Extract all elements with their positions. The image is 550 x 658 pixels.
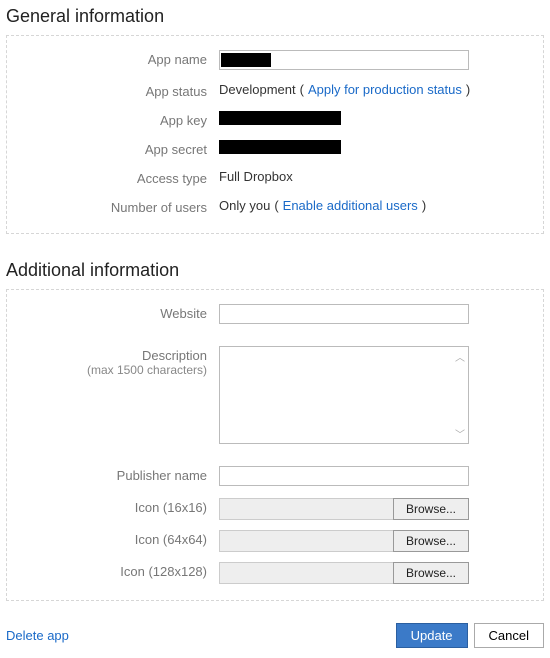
sublabel-description: (max 1500 characters) bbox=[7, 363, 207, 377]
icon128-path bbox=[219, 562, 393, 584]
label-access-type: Access type bbox=[7, 169, 219, 186]
row-description: Description (max 1500 characters) ︿ ﹀ bbox=[7, 346, 527, 444]
icon64-browse-button[interactable]: Browse... bbox=[393, 530, 469, 552]
label-icon128: Icon (128x128) bbox=[7, 562, 219, 579]
description-textarea[interactable] bbox=[219, 346, 469, 444]
additional-section: Website Description (max 1500 characters… bbox=[6, 289, 544, 601]
redacted-app-name bbox=[221, 53, 271, 67]
icon64-path bbox=[219, 530, 393, 552]
update-button[interactable]: Update bbox=[396, 623, 468, 648]
row-publisher: Publisher name bbox=[7, 466, 527, 486]
row-icon64: Icon (64x64) Browse... bbox=[7, 530, 527, 552]
additional-title: Additional information bbox=[6, 260, 544, 281]
label-app-status: App status bbox=[7, 82, 219, 99]
row-app-secret: App secret bbox=[7, 140, 527, 157]
label-app-secret: App secret bbox=[7, 140, 219, 157]
publisher-input[interactable] bbox=[219, 466, 469, 486]
website-input[interactable] bbox=[219, 304, 469, 324]
label-users: Number of users bbox=[7, 198, 219, 215]
label-description: Description bbox=[142, 348, 207, 363]
paren-close-status: ) bbox=[466, 82, 470, 97]
row-icon128: Icon (128x128) Browse... bbox=[7, 562, 527, 584]
label-publisher: Publisher name bbox=[7, 466, 219, 483]
icon16-browse-button[interactable]: Browse... bbox=[393, 498, 469, 520]
users-value: Only you bbox=[219, 198, 270, 213]
label-app-name: App name bbox=[7, 50, 219, 67]
redacted-app-key bbox=[219, 111, 341, 125]
footer: Delete app Update Cancel bbox=[6, 623, 544, 648]
apply-production-link[interactable]: Apply for production status bbox=[308, 82, 462, 97]
paren-open-status: ( bbox=[300, 82, 304, 97]
row-website: Website bbox=[7, 304, 527, 324]
paren-close-users: ) bbox=[422, 198, 426, 213]
row-users: Number of users Only you ( Enable additio… bbox=[7, 198, 527, 215]
icon16-path bbox=[219, 498, 393, 520]
row-app-key: App key bbox=[7, 111, 527, 128]
row-access-type: Access type Full Dropbox bbox=[7, 169, 527, 186]
icon128-browse-button[interactable]: Browse... bbox=[393, 562, 469, 584]
general-title: General information bbox=[6, 6, 544, 27]
row-app-status: App status Development ( Apply for produc… bbox=[7, 82, 527, 99]
paren-open-users: ( bbox=[274, 198, 278, 213]
label-icon16: Icon (16x16) bbox=[7, 498, 219, 515]
delete-app-link[interactable]: Delete app bbox=[6, 628, 69, 643]
app-status-value: Development bbox=[219, 82, 296, 97]
row-app-name: App name bbox=[7, 50, 527, 70]
cancel-button[interactable]: Cancel bbox=[474, 623, 544, 648]
row-icon16: Icon (16x16) Browse... bbox=[7, 498, 527, 520]
label-icon64: Icon (64x64) bbox=[7, 530, 219, 547]
label-app-key: App key bbox=[7, 111, 219, 128]
redacted-app-secret bbox=[219, 140, 341, 154]
enable-users-link[interactable]: Enable additional users bbox=[283, 198, 418, 213]
general-section: App name App status Development ( Apply f… bbox=[6, 35, 544, 234]
label-website: Website bbox=[7, 304, 219, 321]
access-type-value: Full Dropbox bbox=[219, 169, 293, 184]
